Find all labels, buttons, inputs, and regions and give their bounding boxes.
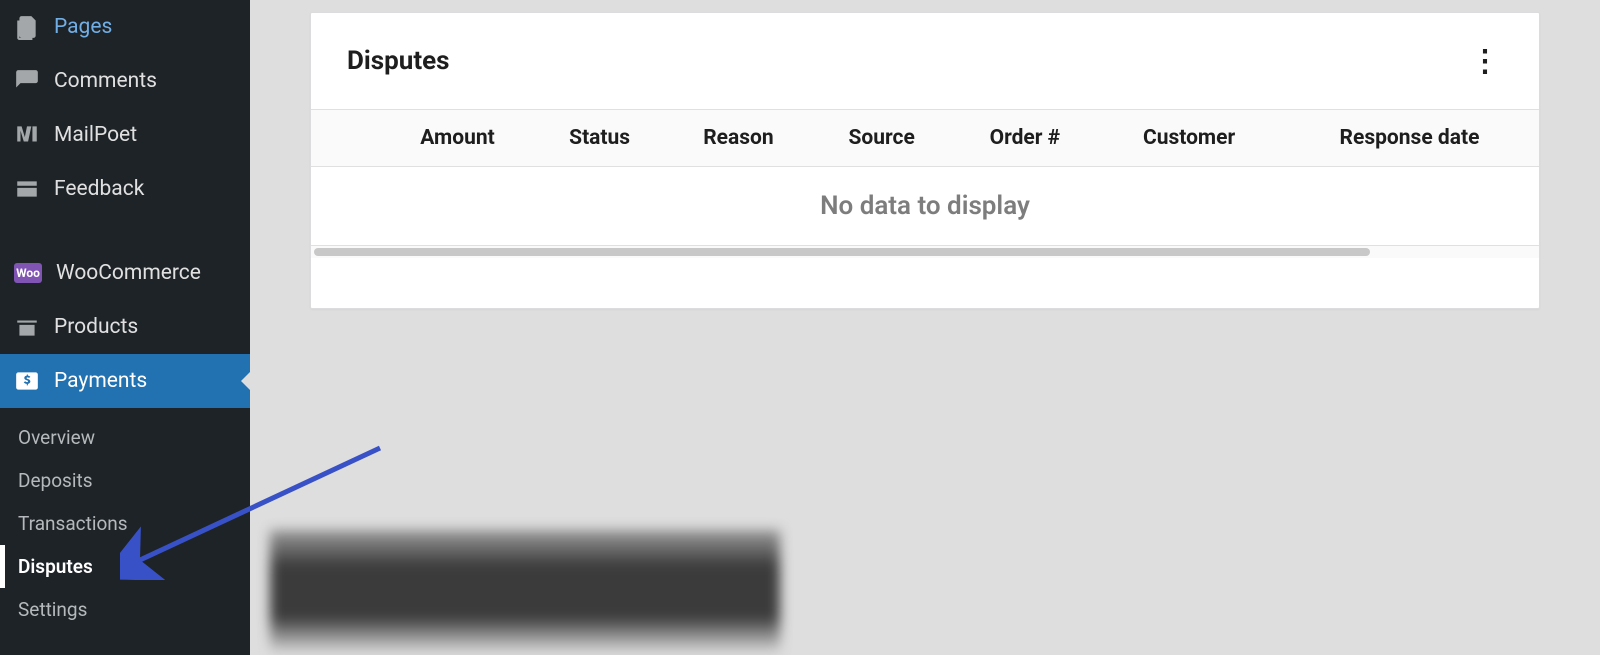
mailpoet-icon — [14, 122, 40, 148]
disputes-card: Disputes ⋮ Amount Status Reason Source O — [310, 12, 1540, 309]
sidebar-item-woocommerce[interactable]: Woo WooCommerce — [0, 246, 250, 300]
sidebar-item-label: Payments — [54, 369, 147, 393]
table-header-row: Amount Status Reason Source Order # Cust… — [311, 110, 1539, 167]
submenu-item-disputes[interactable]: Disputes — [0, 545, 250, 588]
card-menu-button[interactable]: ⋮ — [1467, 43, 1503, 79]
kebab-icon: ⋮ — [1470, 44, 1500, 79]
admin-sidebar: Pages Comments MailPoet Feedback Woo Woo… — [0, 0, 250, 655]
sidebar-item-label: MailPoet — [54, 123, 137, 147]
column-order[interactable]: Order # — [952, 110, 1099, 167]
sidebar-item-pages[interactable]: Pages — [0, 0, 250, 54]
card-title: Disputes — [347, 46, 450, 76]
empty-state-message: No data to display — [311, 167, 1539, 246]
sidebar-item-label: Feedback — [54, 177, 144, 201]
sidebar-item-products[interactable]: Products — [0, 300, 250, 354]
sidebar-item-label: Products — [54, 315, 138, 339]
feedback-icon — [14, 176, 40, 202]
sidebar-item-payments[interactable]: Payments — [0, 354, 250, 408]
sidebar-item-label: WooCommerce — [56, 261, 201, 285]
card-footer — [311, 258, 1539, 308]
sidebar-item-mailpoet[interactable]: MailPoet — [0, 108, 250, 162]
submenu-item-overview[interactable]: Overview — [0, 416, 250, 459]
table-scroll-container[interactable]: Amount Status Reason Source Order # Cust… — [311, 110, 1539, 246]
products-icon — [14, 314, 40, 340]
empty-state-row: No data to display — [311, 167, 1539, 246]
column-source[interactable]: Source — [812, 110, 952, 167]
column-response-date[interactable]: Response date — [1280, 110, 1539, 167]
comments-icon — [14, 68, 40, 94]
card-header: Disputes ⋮ — [311, 13, 1539, 110]
submenu-item-deposits[interactable]: Deposits — [0, 459, 250, 502]
sidebar-item-label: Pages — [54, 15, 112, 39]
horizontal-scrollbar[interactable] — [311, 246, 1539, 258]
pages-icon — [14, 14, 40, 40]
column-customer[interactable]: Customer — [1098, 110, 1280, 167]
payments-submenu: Overview Deposits Transactions Disputes … — [0, 408, 250, 639]
sidebar-item-feedback[interactable]: Feedback — [0, 162, 250, 216]
redacted-overlay — [270, 530, 780, 653]
submenu-item-transactions[interactable]: Transactions — [0, 502, 250, 545]
column-amount[interactable]: Amount — [381, 110, 534, 167]
scrollbar-thumb[interactable] — [314, 248, 1370, 256]
disputes-table: Amount Status Reason Source Order # Cust… — [311, 110, 1539, 246]
column-status[interactable]: Status — [534, 110, 665, 167]
submenu-item-settings[interactable]: Settings — [0, 588, 250, 631]
payments-icon — [14, 368, 40, 394]
column-reason[interactable]: Reason — [665, 110, 812, 167]
sidebar-item-comments[interactable]: Comments — [0, 54, 250, 108]
menu-separator — [0, 216, 250, 246]
column-indicator — [311, 110, 381, 167]
sidebar-item-label: Comments — [54, 69, 157, 93]
woocommerce-icon: Woo — [14, 263, 42, 283]
